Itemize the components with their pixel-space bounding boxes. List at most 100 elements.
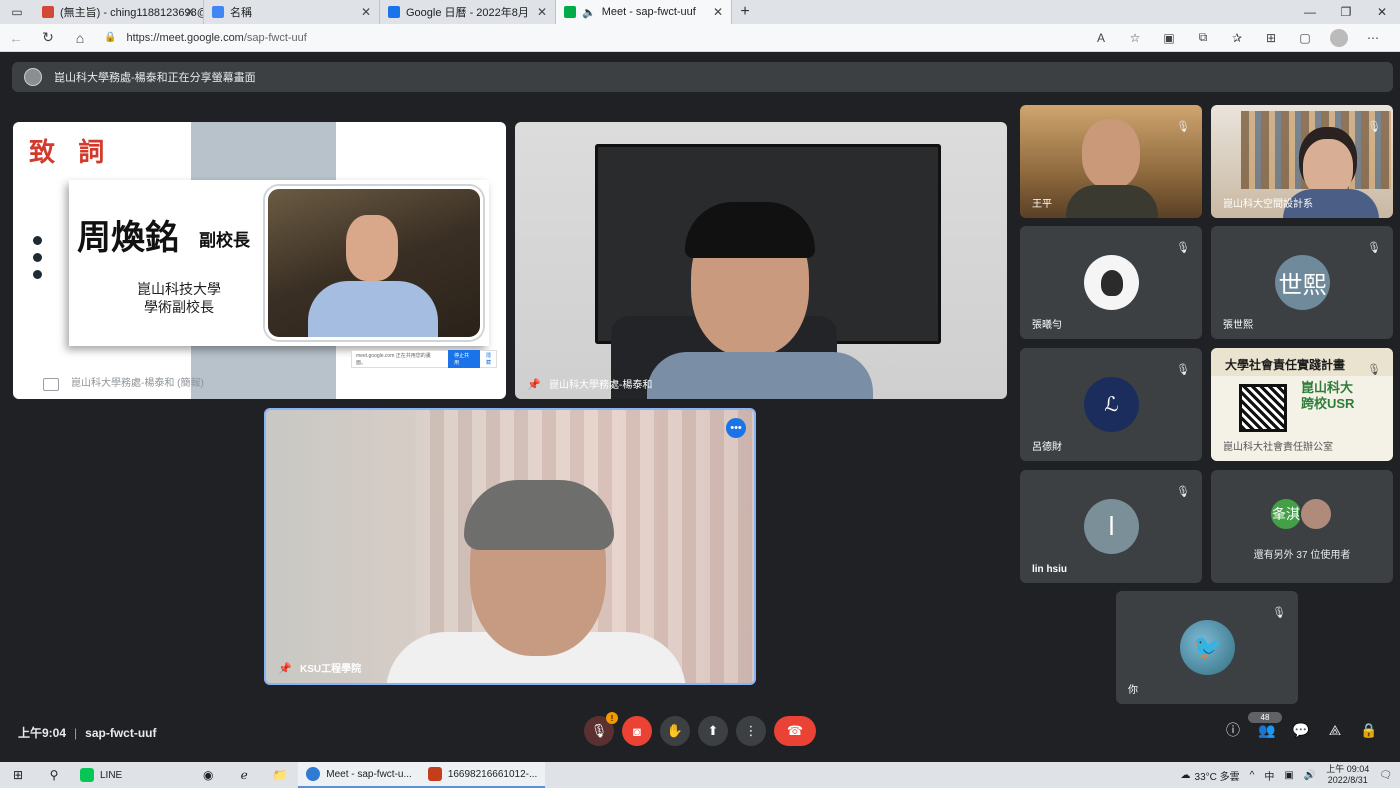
volume-icon[interactable]: 🔊 xyxy=(1304,770,1316,781)
close-window-icon[interactable]: ✕ xyxy=(1364,5,1400,19)
sharing-notice-bar: meet.google.com 正在共用您的畫面。 停止共用 隱藏 xyxy=(351,350,497,368)
participant-tile[interactable]: ℒ 🎙 呂德財 xyxy=(1020,348,1202,461)
active-speaker-tile[interactable]: ••• 📌 KSU工程學院 xyxy=(264,408,756,685)
clock[interactable]: 上午 09:04 2022/8/31 xyxy=(1326,764,1369,786)
browser-toolbar: A ☆ ▣ ⧉ ✰ ⊞ ▢ ⋯ xyxy=(1084,28,1400,47)
chat-icon[interactable]: 💬 xyxy=(1284,722,1318,739)
address-bar: ← ↻ ⌂ 🔒 https://meet.google.com/sap-fwct… xyxy=(0,24,1400,52)
slide-dots xyxy=(33,236,42,287)
participant-tile[interactable]: 世熙 🎙 張世熙 xyxy=(1211,226,1393,339)
camera-button[interactable]: ◙ xyxy=(622,716,652,746)
slide-speaker-title: 副校長 xyxy=(199,231,250,250)
line-icon xyxy=(80,768,94,782)
mic-off-icon: 🎙 xyxy=(1272,606,1286,619)
meeting-code: sap-fwct-uuf xyxy=(85,725,157,740)
close-icon[interactable]: ✕ xyxy=(713,5,723,19)
refresh-icon[interactable]: ↻ xyxy=(32,29,64,46)
taskbar-app-line[interactable]: LINE xyxy=(72,762,130,788)
weather-icon[interactable]: ☁ xyxy=(1181,770,1191,781)
search-icon[interactable]: ⚲ xyxy=(36,768,72,782)
close-icon[interactable]: ✕ xyxy=(361,5,371,19)
home-icon[interactable]: ⌂ xyxy=(64,30,96,46)
other-participants-count: 還有另外 37 位使用者 xyxy=(1253,550,1351,561)
minimize-icon[interactable]: — xyxy=(1292,5,1328,19)
tab-calendar[interactable]: Google 日曆 - 2022年8月 ✕ xyxy=(380,0,556,24)
close-icon[interactable]: ✕ xyxy=(537,5,547,19)
activities-icon[interactable]: ⟁ xyxy=(1318,722,1352,739)
taskbar-app-powerpoint[interactable]: 16698216661012-... xyxy=(419,762,546,788)
shared-screen-tile[interactable]: 致 詞 周煥銘 副校長 崑山科技大學 學術副校長 meet.google.com… xyxy=(13,122,506,399)
presenter-video-tile[interactable]: 📌 崑山科大學務處-楊泰和 xyxy=(515,122,1007,399)
participant-tile[interactable]: l 🎙 lin hsiu xyxy=(1020,470,1202,583)
avatar: ℒ xyxy=(1084,377,1139,432)
profile-avatar[interactable] xyxy=(1330,28,1348,47)
participant-tile[interactable]: 🎙 張曦勻 xyxy=(1020,226,1202,339)
weather-text[interactable]: 33°C 多雲 xyxy=(1195,768,1240,783)
pin-icon[interactable]: 📌 xyxy=(527,378,541,391)
meeting-info: 上午9:04 | sap-fwct-uuf xyxy=(18,725,157,741)
mic-off-icon: 🎙 xyxy=(1176,363,1190,376)
meet-icon xyxy=(564,6,576,18)
hide-button[interactable]: 隱藏 xyxy=(486,352,496,366)
people-button[interactable]: 👥 48 xyxy=(1248,711,1284,739)
mic-off-icon: 🎙 xyxy=(1367,120,1381,133)
pin-icon[interactable]: 📌 xyxy=(278,662,292,675)
window-controls: — ❐ ✕ xyxy=(1292,5,1400,19)
avatar xyxy=(1299,497,1333,531)
tab-contacts[interactable]: 名稱 ✕ xyxy=(204,0,380,24)
present-icon: ⬆ xyxy=(707,723,719,738)
chevron-up-icon[interactable]: ^ xyxy=(1250,770,1255,781)
side-panel-controls: ⓘ 👥 48 💬 ⟁ 🔒 xyxy=(1216,711,1386,740)
back-icon[interactable]: ← xyxy=(0,30,32,46)
taskbar-app-edge[interactable]: Meet - sap-fwct-u... xyxy=(298,762,420,788)
self-tile[interactable]: 🐦 🎙 你 xyxy=(1116,591,1298,704)
leave-call-button[interactable]: ☎ xyxy=(774,716,816,746)
favorite-icon[interactable]: ☆ xyxy=(1118,31,1152,45)
ime-settings-icon[interactable]: ▣ xyxy=(1284,770,1293,781)
start-icon[interactable]: ⊞ xyxy=(0,768,36,782)
other-participants-tile[interactable]: 夆淇 還有另外 37 位使用者 xyxy=(1211,470,1393,583)
tile-name: 崑山科大學務處-楊泰和 (簡報) xyxy=(71,378,204,389)
new-tab-button[interactable]: + xyxy=(732,3,758,21)
raise-hand-button[interactable]: ✋ xyxy=(660,716,690,746)
participant-tile[interactable]: 🎙 崑山科大空間設計系 xyxy=(1211,105,1393,218)
gmail-icon xyxy=(42,6,54,18)
ime-indicator[interactable]: 中 xyxy=(1264,768,1274,783)
share-icon[interactable]: ▢ xyxy=(1288,31,1322,45)
meeting-time: 上午9:04 xyxy=(18,726,67,740)
more-menu-icon[interactable]: ⋯ xyxy=(1356,31,1390,45)
host-controls-icon[interactable]: 🔒 xyxy=(1352,722,1386,739)
tab-actions-icon[interactable]: ▭ xyxy=(0,0,34,24)
tab-collections-icon[interactable]: ⊞ xyxy=(1254,31,1288,45)
system-tray: ☁ 33°C 多雲 ^ 中 ▣ 🔊 上午 09:04 2022/8/31 🗨 xyxy=(1171,764,1400,786)
more-options-icon[interactable]: ••• xyxy=(726,418,746,438)
tab-meet[interactable]: 🔈 Meet - sap-fwct-uuf ✕ xyxy=(556,0,732,24)
lock-icon: 🔒 xyxy=(104,32,117,43)
mic-off-icon: 🎙 xyxy=(1176,241,1190,254)
tab-gmail[interactable]: (無主旨) - ching1188123698@g ✕ xyxy=(34,0,204,24)
screen-share-banner: 崑山科大學務處-楊泰和正在分享螢幕畫面 xyxy=(12,62,1393,92)
participant-tile[interactable]: 🎙 王平 xyxy=(1020,105,1202,218)
notification-icon[interactable]: 🗨 xyxy=(1379,770,1392,781)
stop-sharing-button[interactable]: 停止共用 xyxy=(448,350,481,368)
file-explorer-icon[interactable]: 📁 xyxy=(262,768,298,782)
maximize-icon[interactable]: ❐ xyxy=(1328,5,1364,19)
ie-icon[interactable]: ℯ xyxy=(226,768,262,782)
camera-off-icon: ◙ xyxy=(633,723,641,739)
avatar xyxy=(1084,255,1139,310)
microphone-button[interactable]: 🎙 ! xyxy=(584,712,618,746)
powerpoint-icon xyxy=(427,767,442,781)
more-options-button[interactable]: ⋮ xyxy=(736,716,766,746)
read-aloud-icon[interactable]: A xyxy=(1084,31,1118,45)
speaker-icon: 🔈 xyxy=(582,6,596,19)
collections-icon[interactable]: ▣ xyxy=(1152,31,1186,45)
participant-tile[interactable]: 大學社會責任實踐計畫 崑山科大 跨校USR 🎙 崑山科大社會責任辦公室 xyxy=(1211,348,1393,461)
info-icon[interactable]: ⓘ xyxy=(1216,720,1250,740)
favorites-bar-icon[interactable]: ✰ xyxy=(1220,31,1254,45)
chrome-icon[interactable]: ◉ xyxy=(190,768,226,782)
close-icon[interactable]: ✕ xyxy=(185,5,195,19)
url-field[interactable]: 🔒 https://meet.google.com/sap-fwct-uuf xyxy=(104,32,307,44)
present-button[interactable]: ⬆ xyxy=(698,716,728,746)
extensions-icon[interactable]: ⧉ xyxy=(1186,30,1220,45)
slide-school: 崑山科技大學 學術副校長 xyxy=(137,281,221,315)
